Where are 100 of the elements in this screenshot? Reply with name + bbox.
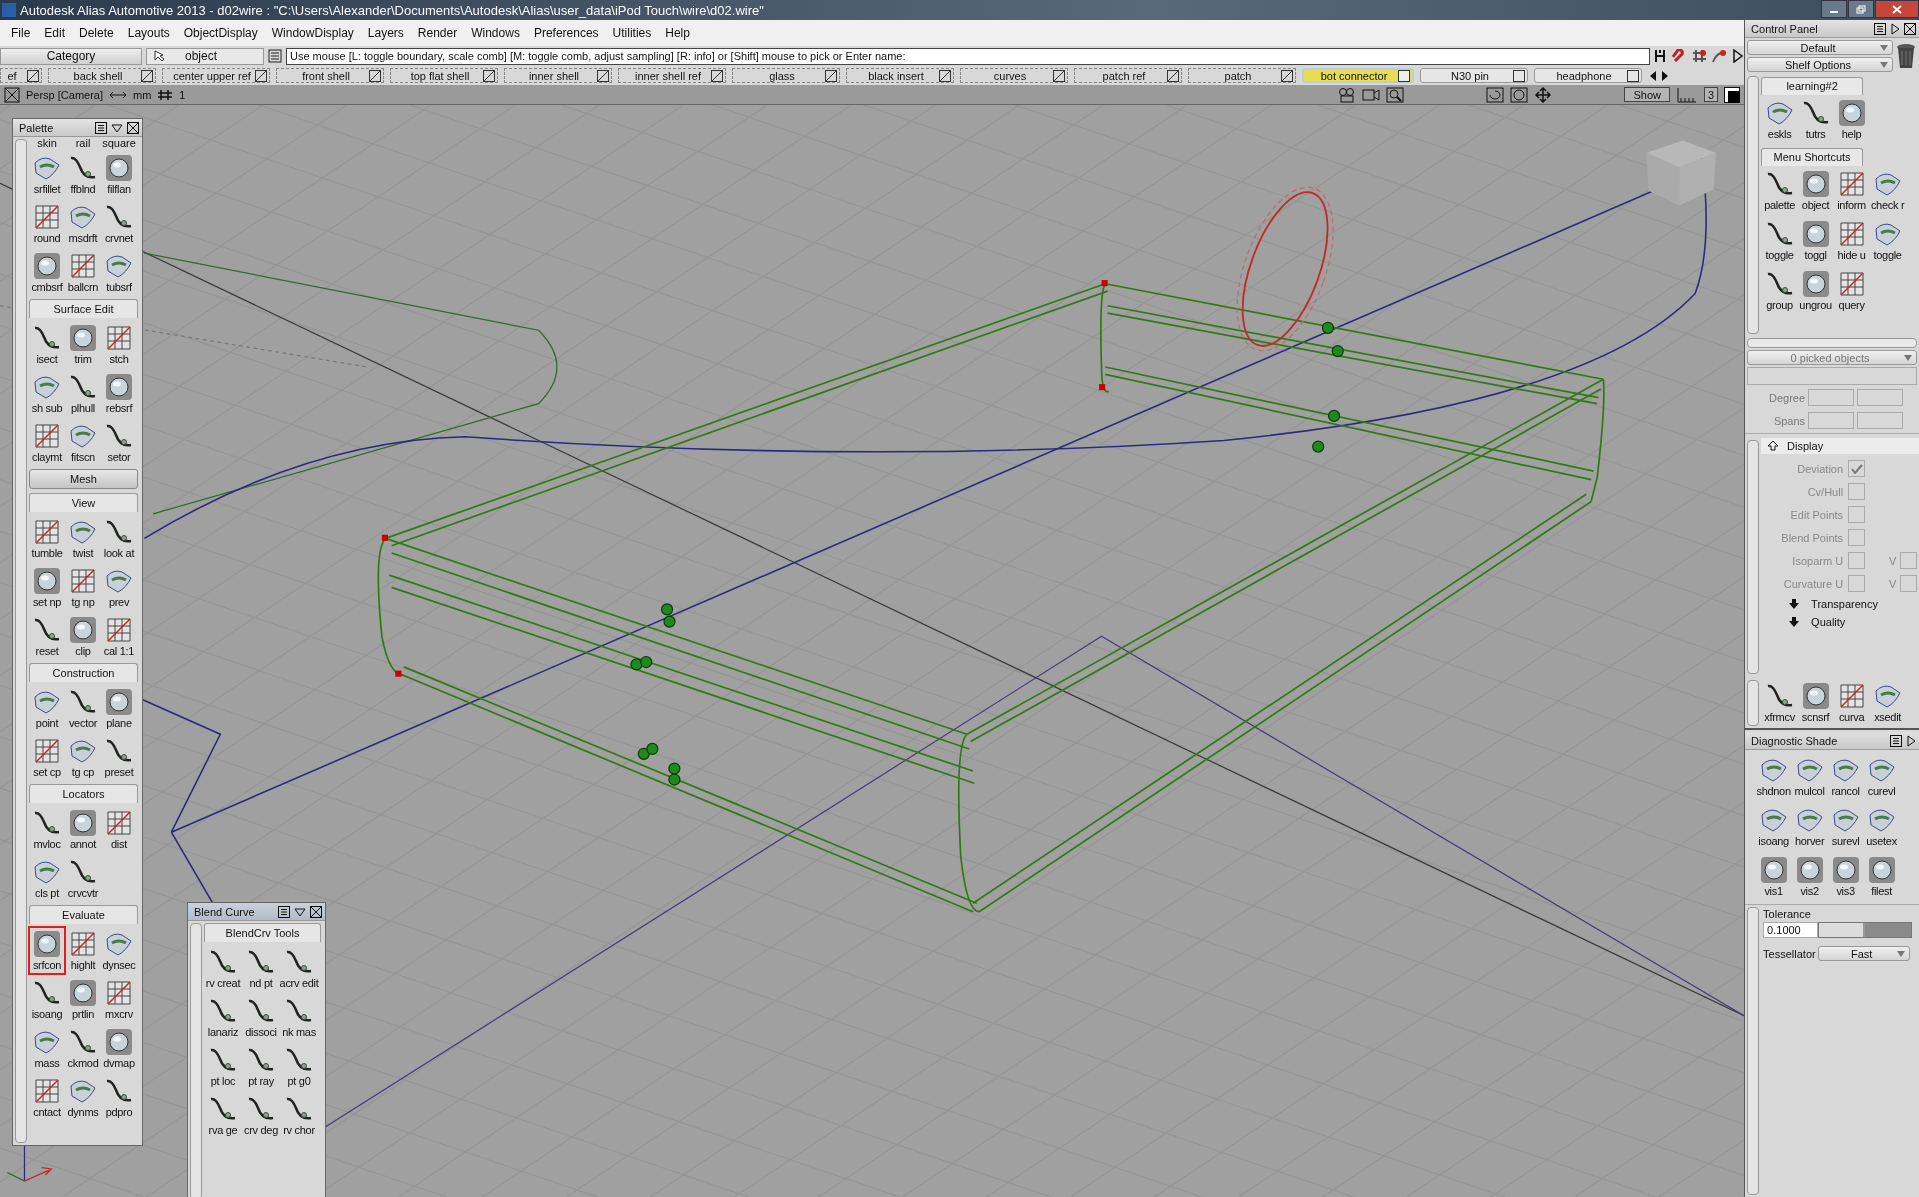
layer-toggle-icon[interactable] — [483, 69, 495, 82]
tool-button[interactable]: pt loc — [203, 1042, 243, 1091]
tool-button[interactable]: tg np — [64, 563, 102, 612]
menu-item[interactable]: Windows — [464, 26, 527, 40]
tool-button[interactable]: pt ray — [241, 1042, 281, 1091]
tool-button[interactable]: xsedit — [1869, 678, 1907, 728]
name-field[interactable] — [1747, 367, 1917, 385]
shortcut-button[interactable]: toggle — [1761, 216, 1799, 266]
layer-toggle-icon[interactable] — [27, 69, 39, 82]
tool-button[interactable]: claymt — [28, 418, 66, 467]
tool-button[interactable]: msdrft — [64, 199, 102, 248]
tolerance-field[interactable]: 0.1000 — [1763, 922, 1819, 938]
tool-button[interactable]: sh sub — [28, 369, 66, 418]
video-camera-icon[interactable] — [1362, 86, 1381, 103]
tool-button[interactable]: filflan — [100, 150, 138, 199]
scroll-bar[interactable] — [1747, 907, 1760, 1195]
frame-icon[interactable] — [1510, 86, 1529, 103]
shortcut-button[interactable]: check r — [1869, 166, 1907, 216]
tool-button[interactable]: setor — [100, 418, 138, 467]
tool-button[interactable]: rv creat — [203, 944, 243, 993]
shade-mode-button[interactable]: isoang — [1755, 802, 1793, 852]
tool-button[interactable]: crvcvtr — [64, 854, 102, 903]
collapsed-section-header[interactable]: Quality — [1761, 616, 1919, 628]
section-tab[interactable]: Locators — [29, 784, 138, 803]
degree-field[interactable] — [1857, 389, 1904, 406]
layer-toggle-icon[interactable] — [1627, 69, 1639, 82]
layer-toggle-icon[interactable] — [939, 69, 951, 82]
tool-button[interactable]: tubsrf — [100, 248, 138, 297]
list-icon[interactable] — [268, 49, 282, 63]
rotate-icon[interactable] — [1486, 86, 1505, 103]
tool-button[interactable]: rv chor — [279, 1091, 319, 1140]
section-tab[interactable]: Evaluate — [29, 905, 138, 924]
layer-toggle-icon[interactable] — [369, 69, 381, 82]
tool-button[interactable]: reset — [28, 612, 66, 661]
layer-toggle-icon[interactable] — [711, 69, 723, 82]
tool-button[interactable]: acrv edit — [279, 944, 319, 993]
tool-button[interactable]: ffblnd — [64, 150, 102, 199]
scroll-bar[interactable] — [1747, 338, 1917, 348]
shade-mode-button[interactable]: rancol — [1827, 752, 1865, 802]
shade-mode-button[interactable]: filest — [1863, 852, 1901, 902]
menu-item[interactable]: Render — [410, 26, 465, 40]
tool-button[interactable]: nk mas — [279, 993, 319, 1042]
prompt-field[interactable]: Use mouse [L: toggle boundary, scale comb] [M: toggle comb, adjust sampling] [R: info] or [Shift] mouse to pick or Enter name: — [286, 47, 1651, 65]
expand-icon[interactable] — [1906, 734, 1916, 747]
tool-button[interactable]: pt g0 — [279, 1042, 319, 1091]
shortcut-button[interactable]: help — [1833, 95, 1871, 145]
display-section-header[interactable]: Display — [1761, 438, 1919, 454]
layer-button[interactable]: N30 pin — [1420, 68, 1528, 83]
tool-button[interactable]: prev — [100, 563, 138, 612]
shelf-options-dropdown[interactable]: Shelf Options — [1747, 57, 1893, 72]
tool-button[interactable]: lanariz — [203, 993, 243, 1042]
section-tab[interactable]: Construction — [29, 663, 138, 682]
checkbox[interactable] — [1848, 552, 1866, 569]
layer-button[interactable]: patch ref — [1074, 68, 1182, 83]
tolerance-slider[interactable] — [1818, 922, 1913, 938]
tool-button[interactable]: srfcon — [28, 926, 66, 975]
layer-button[interactable]: ef — [0, 68, 42, 83]
scroll-bar[interactable] — [190, 923, 202, 1197]
tool-button[interactable]: pdpro — [100, 1073, 138, 1122]
zoom-icon[interactable] — [1386, 86, 1405, 103]
shortcut-button[interactable]: inform — [1833, 166, 1871, 216]
shade-mode-button[interactable]: curevl — [1863, 752, 1901, 802]
checkbox[interactable] — [1848, 575, 1866, 592]
tool-button[interactable]: rva ge — [203, 1091, 243, 1140]
tool-button[interactable]: srfillet — [28, 150, 66, 199]
shortcut-button[interactable]: palette — [1761, 166, 1799, 216]
menu-item[interactable]: Edit — [37, 26, 73, 40]
expand-icon[interactable] — [1890, 22, 1900, 35]
checkbox[interactable] — [1900, 575, 1918, 592]
layer-button[interactable]: inner shell — [504, 68, 612, 83]
move-icon[interactable] — [1534, 86, 1553, 103]
menu-icon[interactable] — [95, 121, 107, 134]
section-tab[interactable]: BlendCrv Tools — [204, 923, 321, 942]
shade-mode-button[interactable]: vis3 — [1827, 852, 1865, 902]
tool-button[interactable]: dist — [100, 805, 138, 854]
checkbox[interactable] — [1848, 529, 1866, 546]
close-button[interactable] — [1875, 0, 1919, 18]
tool-button[interactable]: point — [28, 684, 66, 733]
degree-field[interactable] — [1808, 389, 1855, 406]
checkbox[interactable] — [1900, 552, 1918, 569]
tool-button[interactable]: tumble — [28, 514, 66, 563]
tool-button[interactable]: crv deg — [241, 1091, 281, 1140]
layer-toggle-icon[interactable] — [1167, 69, 1179, 82]
layer-toggle-icon[interactable] — [1053, 69, 1065, 82]
tool-button[interactable]: annot — [64, 805, 102, 854]
close-icon[interactable] — [1904, 22, 1916, 35]
shortcut-button[interactable]: hide u — [1833, 216, 1871, 266]
tool-button[interactable]: vector — [64, 684, 102, 733]
tool-button[interactable]: set np — [28, 563, 66, 612]
tool-button[interactable]: mvloc — [28, 805, 66, 854]
shortcut-button[interactable]: tutrs — [1797, 95, 1835, 145]
shortcut-button[interactable]: toggle — [1869, 216, 1907, 266]
shade-mode-button[interactable]: horver — [1791, 802, 1829, 852]
picked-objects-dropdown[interactable]: 0 picked objects — [1747, 350, 1917, 365]
layer-button[interactable]: inner shell ref — [618, 68, 726, 83]
menu-item[interactable]: Layouts — [120, 26, 177, 40]
tool-button[interactable]: nd pt — [241, 944, 281, 993]
tool-button[interactable]: cmbsrf — [28, 248, 66, 297]
shelf-tab[interactable]: learning#2 — [1761, 77, 1864, 95]
shade-mode-button[interactable]: vis1 — [1755, 852, 1793, 902]
